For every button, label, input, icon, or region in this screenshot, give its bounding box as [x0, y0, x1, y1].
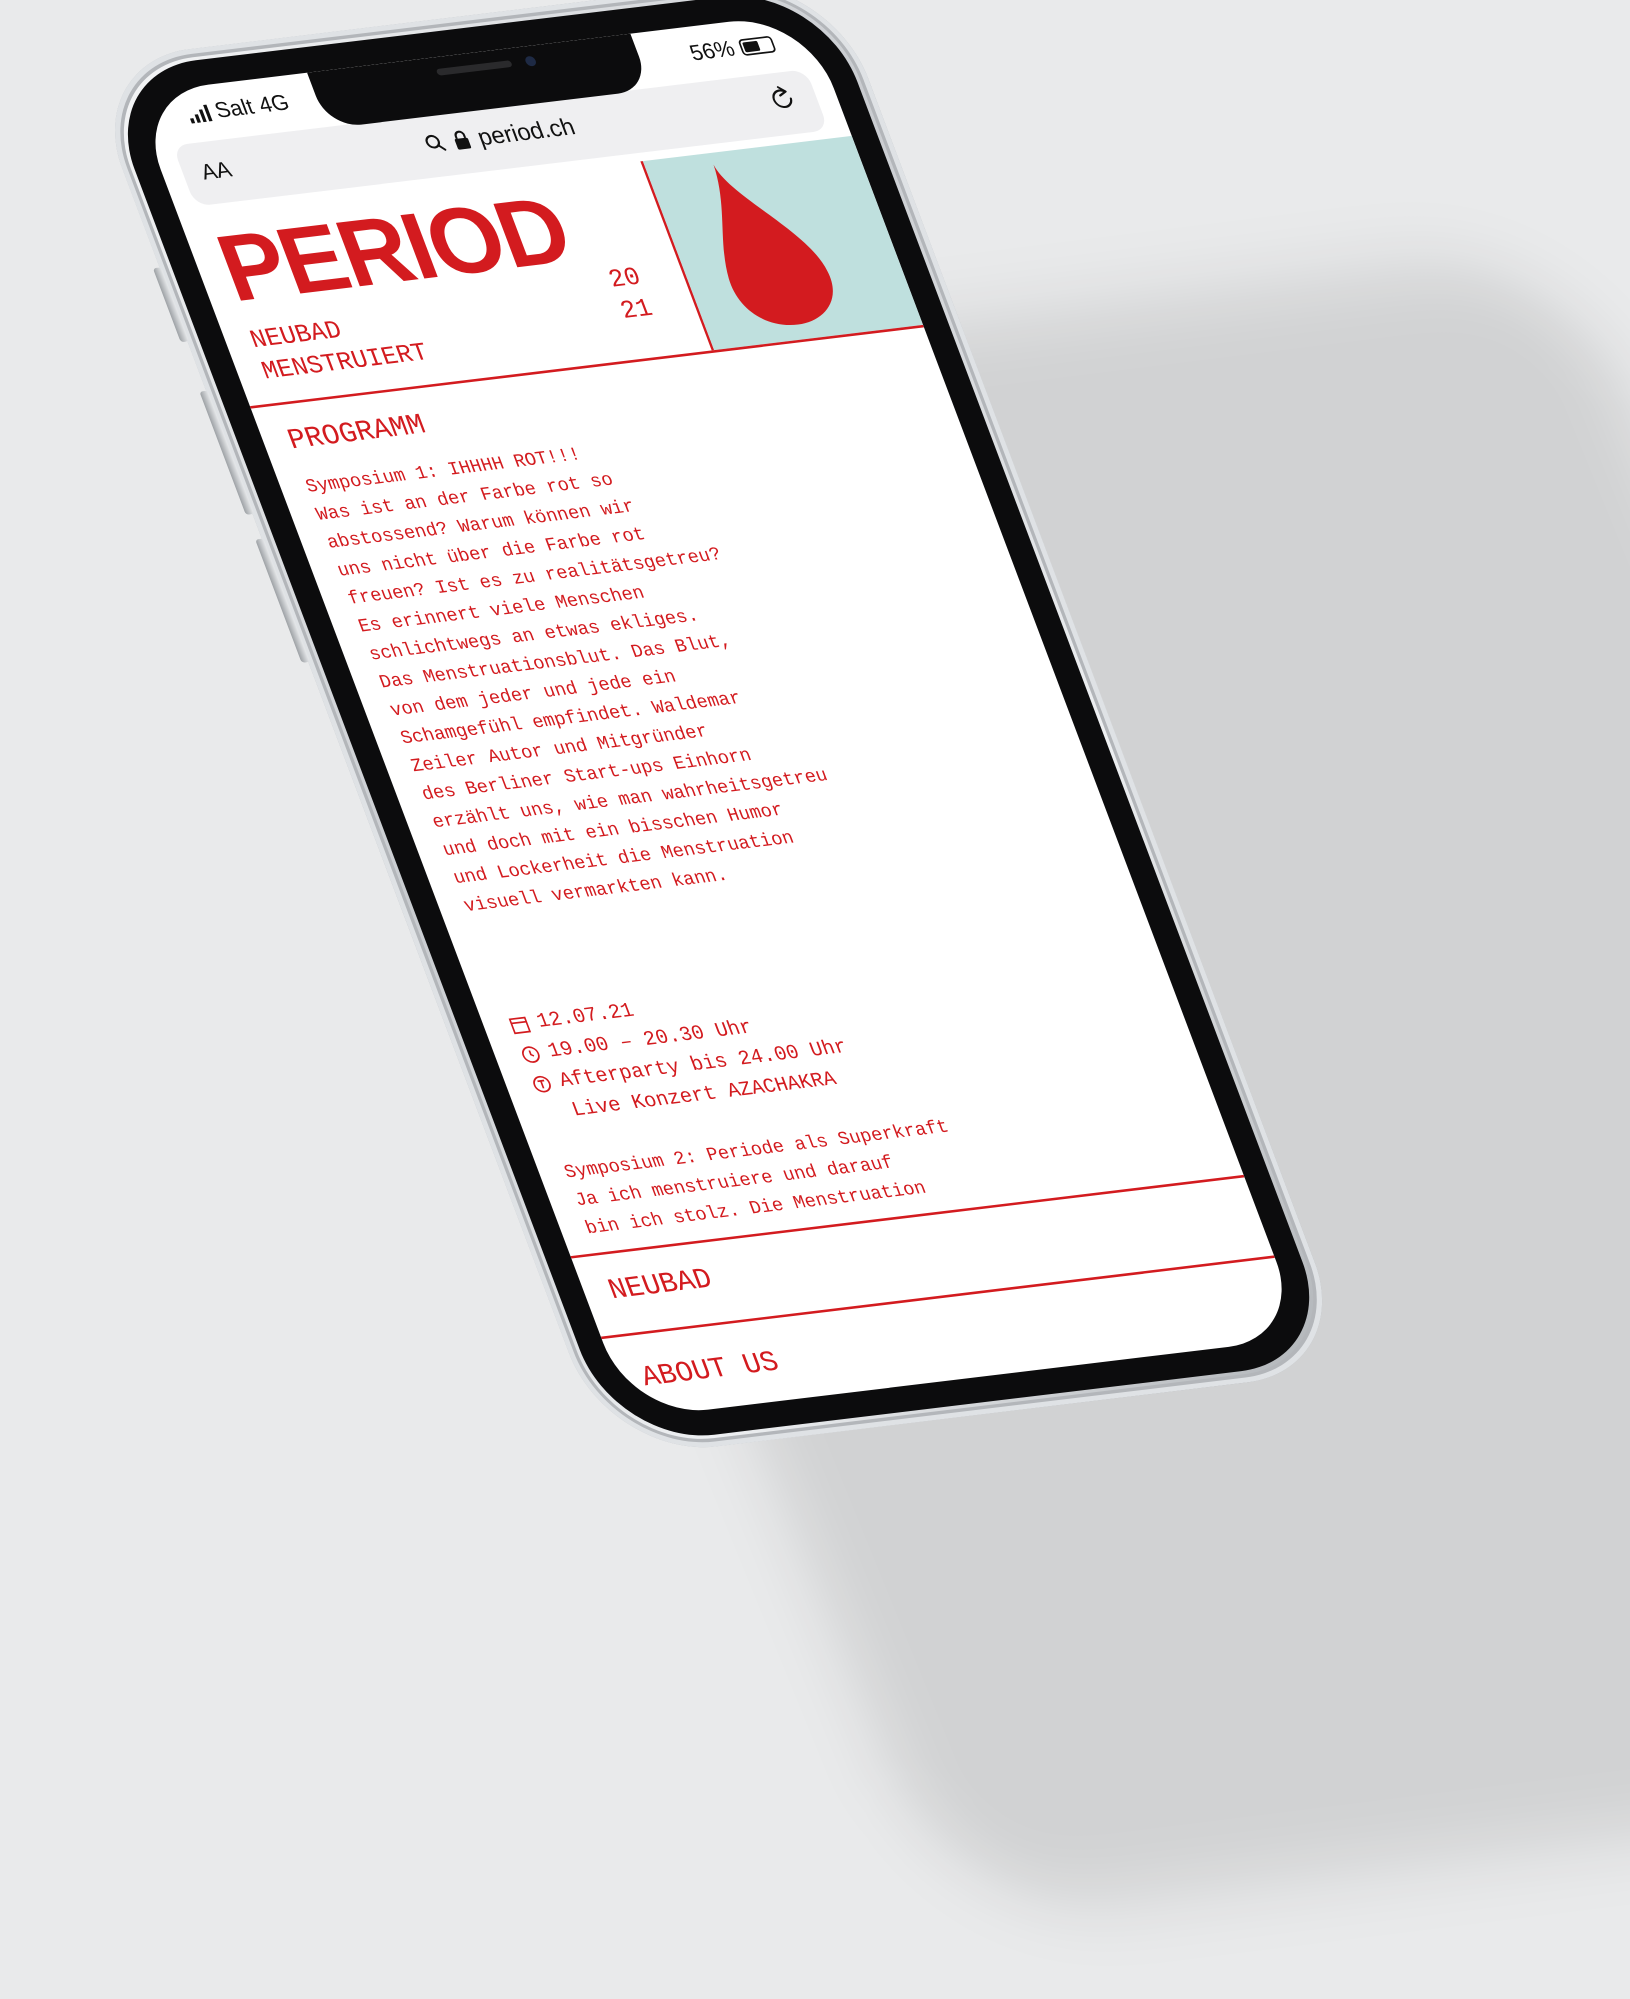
- nav-neubad[interactable]: NEUBAD: [604, 1264, 717, 1307]
- status-left: Salt 4G: [184, 89, 294, 127]
- status-right: 56%: [686, 31, 779, 66]
- programm-heading: PROGRAMM: [283, 409, 431, 458]
- speaker-grille: [435, 60, 513, 76]
- lock-icon: [454, 130, 472, 150]
- search-icon: [425, 134, 447, 151]
- front-camera: [524, 55, 538, 67]
- network-label: 4G: [254, 89, 293, 118]
- nav-about-us[interactable]: ABOUT US: [637, 1347, 784, 1395]
- clock-icon: [522, 1046, 540, 1063]
- site-logo[interactable]: PERIOD: [203, 177, 583, 321]
- battery-fill: [741, 40, 761, 52]
- url-text: period.ch: [473, 113, 579, 151]
- scene: Salt 4G 56% AA period.ch PERIOD NEUBAD M…: [0, 0, 1630, 1999]
- battery-percent: 56%: [685, 35, 739, 66]
- carrier-label: Salt: [210, 93, 258, 123]
- blood-drop-icon: [713, 164, 833, 326]
- signal-icon: [185, 103, 213, 124]
- symposium-1-text: Symposium 1: IHHHH ROT!!! Was ist an der…: [302, 444, 831, 917]
- music-icon: [533, 1075, 551, 1093]
- year-line-2: 21: [616, 294, 658, 327]
- calendar-icon: [508, 1016, 532, 1035]
- battery-icon: [737, 35, 777, 56]
- year-line-1: 20: [604, 263, 646, 296]
